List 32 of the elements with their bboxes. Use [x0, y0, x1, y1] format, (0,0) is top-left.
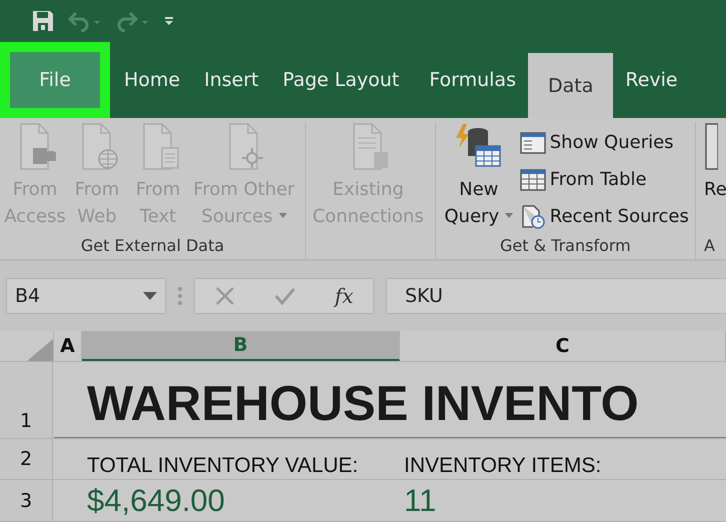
grip-icon: [178, 286, 182, 306]
window-icon: [520, 132, 546, 154]
insert-function-button[interactable]: fx: [334, 284, 354, 308]
group-label: Get & Transform: [499, 236, 632, 257]
customize-icon[interactable]: [164, 16, 174, 26]
ribbon-tab[interactable]: Page Layout: [270, 53, 412, 107]
ribbon-button[interactable]: Show Queries: [520, 126, 689, 159]
clock-document-icon: [520, 204, 546, 228]
ribbon-button[interactable]: New Query: [440, 122, 518, 236]
ribbon-button[interactable]: From Table: [520, 163, 689, 196]
table-cell: TOTAL INVENTORY VALUE:: [87, 453, 358, 479]
ribbon-tab[interactable]: Insert: [192, 53, 271, 107]
cancel-icon[interactable]: [214, 286, 235, 306]
table-cell: INVENTORY ITEMS:: [404, 453, 602, 479]
ribbon-tab[interactable]: Data: [528, 53, 614, 118]
table-icon: [520, 168, 546, 190]
dropdown-arrow-icon: [143, 292, 157, 300]
table-cell: 11: [404, 482, 436, 520]
table-cell: $4,649.00: [87, 482, 225, 520]
group-label: A: [704, 236, 716, 257]
check-icon[interactable]: [274, 287, 296, 305]
column-header[interactable]: C: [400, 331, 726, 361]
save-icon[interactable]: [32, 10, 54, 32]
ribbon-tab[interactable]: Revie: [613, 53, 690, 107]
ribbon-button[interactable]: Recent Sources: [520, 200, 689, 233]
ribbon-tab[interactable]: Formulas: [417, 53, 528, 107]
name-box[interactable]: B4: [6, 278, 166, 314]
ribbon-button[interactable]: Re: [704, 122, 726, 236]
formula-field[interactable]: SKU: [386, 278, 726, 314]
group-label: Get External Data: [80, 236, 226, 257]
ribbon-tab[interactable]: Home: [112, 53, 192, 107]
table-cell-text: WAREHOUSE INVENTO: [87, 376, 639, 432]
